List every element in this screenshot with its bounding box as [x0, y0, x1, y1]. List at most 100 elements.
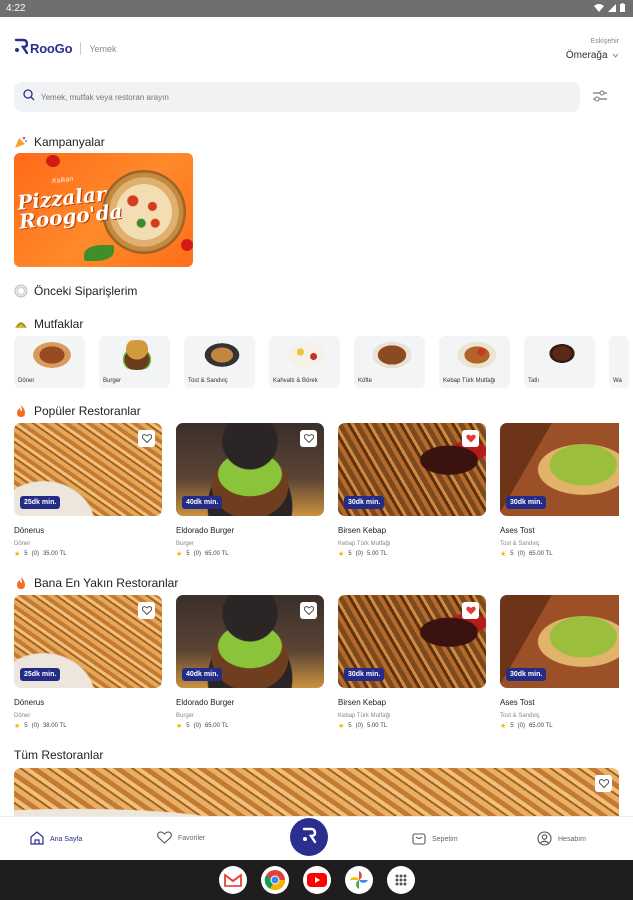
- favorite-heart-icon[interactable]: [595, 775, 612, 792]
- kebap-image: [455, 340, 499, 370]
- restaurant-category: Döner: [14, 713, 31, 719]
- status-time: 4:22: [6, 3, 26, 14]
- rating: 5: [348, 723, 352, 729]
- section-title: Mutfaklar: [34, 317, 84, 331]
- kitchen-item-doner[interactable]: Döner: [14, 336, 85, 388]
- restaurant-image: 30dk min.: [500, 595, 619, 688]
- restaurant-card[interactable]: 25dk min. Dönerus Döner ★ 5 (0) 35.00 TL: [14, 423, 162, 558]
- restaurant-card[interactable]: 30dk min. Birsen Kebap Kebap Türk Mutfağ…: [338, 423, 486, 558]
- restaurant-name: Ases Tost: [500, 526, 535, 535]
- burger-image: [115, 340, 159, 370]
- nav-cart[interactable]: Sepetim: [412, 831, 458, 847]
- restaurant-card[interactable]: 25dk min. Dönerus Döner ★ 5 (0) 38.00 TL: [14, 595, 162, 730]
- cart-icon: [412, 831, 426, 847]
- restaurant-name: Eldorado Burger: [176, 526, 235, 535]
- rating: 5: [24, 551, 28, 557]
- plate-icon: [14, 284, 28, 298]
- header-divider: [80, 42, 82, 55]
- favorite-heart-icon[interactable]: [138, 430, 155, 447]
- restaurant-banner-image[interactable]: [14, 768, 619, 816]
- favorite-heart-icon[interactable]: [300, 430, 317, 447]
- wifi-icon: [594, 3, 604, 15]
- review-count: (0): [517, 551, 525, 557]
- kitchen-label: Kebap Türk Mutfağı: [443, 378, 496, 384]
- campaign-banner-pizza[interactable]: Kalkan Pizzalar Roogo'da: [14, 153, 193, 267]
- favorite-heart-filled-icon[interactable]: [462, 602, 479, 619]
- star-icon: ★: [176, 551, 183, 558]
- gmail-app-icon[interactable]: [219, 866, 247, 894]
- restaurant-meta: ★ 5 (0) 65.00 TL: [176, 550, 324, 558]
- nav-account[interactable]: Hesabım: [537, 831, 586, 848]
- restaurant-meta: ★ 5 (0) 35.00 TL: [14, 550, 162, 558]
- restaurant-category: Burger: [176, 713, 195, 719]
- delivery-time-badge: 40dk min.: [182, 496, 223, 509]
- filter-button[interactable]: [592, 89, 608, 108]
- kitchen-label: Burger: [103, 378, 122, 384]
- restaurant-meta: ★ 5 (0) 5.00 TL: [338, 722, 486, 730]
- review-count: (0): [355, 551, 363, 557]
- restaurant-card[interactable]: 30dk min. Birsen Kebap Kebap Türk Mutfağ…: [338, 595, 486, 730]
- restaurant-card[interactable]: 30dk min. Ases Tost Tost & Sandviç ★ 5 (0)…: [500, 595, 619, 730]
- kitchen-label: Wa: [613, 378, 622, 384]
- restaurant-card[interactable]: 40dk min. Eldorado Burger Burger ★ 5 (0) 65…: [176, 423, 324, 558]
- heart-icon: [157, 831, 172, 846]
- search-bar[interactable]: [14, 82, 580, 112]
- search-input[interactable]: [41, 92, 541, 102]
- section-all: Tüm Restoranlar: [14, 748, 103, 762]
- section-title: Bana En Yakın Restoranlar: [34, 576, 179, 590]
- rating: 5: [510, 551, 514, 557]
- star-icon: ★: [14, 723, 21, 730]
- nav-label: Ana Sayfa: [50, 835, 83, 843]
- section-previous-orders[interactable]: Önceki Siparişlerim: [14, 284, 137, 298]
- campaign-headline: Pizzalar Roogo'da: [15, 181, 124, 234]
- location-selector[interactable]: Eskişehir Ömerağa: [566, 38, 619, 63]
- min-price: 35.00 TL: [42, 551, 67, 557]
- min-price: 65.00 TL: [528, 551, 553, 557]
- kitchen-item-burger[interactable]: Burger: [99, 336, 170, 388]
- home-icon: [30, 831, 44, 847]
- kitchen-item-kofte[interactable]: Köfte: [354, 336, 425, 388]
- youtube-app-icon[interactable]: [303, 866, 331, 894]
- review-count: (0): [517, 723, 525, 729]
- kitchen-item-kebap[interactable]: Kebap Türk Mutfağı: [439, 336, 510, 388]
- nav-label: Sepetim: [432, 835, 458, 843]
- roogo-center-button[interactable]: [290, 818, 328, 856]
- review-count: (0): [355, 723, 363, 729]
- nav-favorites[interactable]: Favoriler: [157, 831, 205, 846]
- min-price: 38.00 TL: [42, 723, 67, 729]
- breakfast-image: [285, 340, 329, 370]
- restaurant-category: Tost & Sandviç: [500, 541, 540, 547]
- kitchen-item-partial[interactable]: Wa: [609, 336, 629, 388]
- kitchen-item-tost[interactable]: Tost & Sandviç: [184, 336, 255, 388]
- restaurant-meta: ★ 5 (0) 38.00 TL: [14, 722, 162, 730]
- restaurant-image: 25dk min.: [14, 423, 162, 516]
- star-icon: ★: [338, 551, 345, 558]
- taco-icon: [14, 317, 28, 331]
- nav-label: Hesabım: [558, 836, 587, 843]
- popular-restaurant-list: 25dk min. Dönerus Döner ★ 5 (0) 35.00 TL 40…: [14, 423, 619, 558]
- restaurant-card[interactable]: 40dk min. Eldorado Burger Burger ★ 5 (0) 65…: [176, 595, 324, 730]
- favorite-heart-icon[interactable]: [138, 602, 155, 619]
- restaurant-image: 40dk min.: [176, 423, 324, 516]
- restaurant-meta: ★ 5 (0) 65.00 TL: [500, 550, 619, 558]
- favorite-heart-icon[interactable]: [300, 602, 317, 619]
- kitchen-item-tatli[interactable]: Tatlı: [524, 336, 595, 388]
- nav-home[interactable]: Ana Sayfa: [30, 831, 82, 847]
- kitchen-label: Döner: [18, 378, 35, 384]
- restaurant-name: Birsen Kebap: [338, 526, 387, 535]
- delivery-time-badge: 30dk min.: [344, 668, 385, 681]
- min-price: 65.00 TL: [204, 723, 229, 729]
- star-icon: ★: [338, 723, 345, 730]
- favorite-heart-filled-icon[interactable]: [462, 430, 479, 447]
- restaurant-meta: ★ 5 (0) 5.00 TL: [338, 550, 486, 558]
- app-drawer-icon[interactable]: [387, 866, 415, 894]
- delivery-time-badge: 30dk min.: [344, 496, 385, 509]
- star-icon: ★: [500, 723, 507, 730]
- kitchen-item-kahvalti[interactable]: Kahvaltı & Börek: [269, 336, 340, 388]
- doner-image: [30, 340, 74, 370]
- chrome-app-icon[interactable]: [261, 866, 289, 894]
- kitchen-label: Tost & Sandviç: [188, 378, 228, 384]
- restaurant-card[interactable]: 30dk min. Ases Tost Tost & Sandviç ★ 5 (0)…: [500, 423, 619, 558]
- nearest-restaurant-list: 25dk min. Dönerus Döner ★ 5 (0) 38.00 TL 40…: [14, 595, 619, 730]
- photos-app-icon[interactable]: [345, 866, 373, 894]
